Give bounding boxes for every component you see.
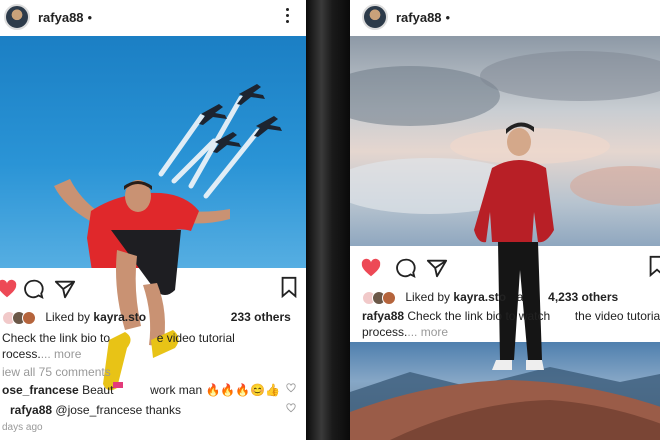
timestamp: days ago bbox=[2, 422, 43, 433]
liked-count[interactable]: 4,233 others bbox=[548, 290, 618, 304]
caption-text: Check the link bio to bbox=[407, 309, 516, 323]
comment-user[interactable]: rafya88 bbox=[10, 403, 52, 417]
liked-user[interactable]: kayra.sto bbox=[453, 290, 506, 304]
right-post-card: rafya88 • Liked by kayra.sto a 4,233 oth… bbox=[350, 0, 660, 440]
heart-icon[interactable] bbox=[360, 257, 382, 279]
liked-count[interactable]: 233 others bbox=[231, 310, 291, 324]
liked-user[interactable]: kayra.sto bbox=[93, 310, 146, 324]
comment-user[interactable]: ose_francese bbox=[2, 383, 79, 397]
bookmark-icon[interactable] bbox=[646, 255, 660, 277]
comment-2: rafya88 @jose_francese thanks bbox=[10, 403, 181, 417]
more-icon[interactable] bbox=[284, 6, 290, 26]
likes-line: Liked by kayra.sto 233 others bbox=[2, 310, 291, 325]
avatar[interactable] bbox=[362, 4, 388, 30]
liked-avatars bbox=[2, 310, 38, 325]
more-link[interactable]: ... more bbox=[41, 347, 82, 361]
caption-text-cont: e video tutorial bbox=[156, 331, 235, 345]
caption: Check the link bio to e video tutorial bbox=[2, 331, 235, 345]
send-icon[interactable] bbox=[54, 278, 76, 300]
liked-avatars bbox=[362, 290, 398, 305]
caption-text-2: watch bbox=[518, 309, 551, 323]
comment-1: ose_francese Beaut work man 🔥🔥🔥😊👍 bbox=[2, 383, 280, 397]
comment-icon[interactable] bbox=[22, 278, 44, 300]
separator-dot: • bbox=[445, 9, 451, 25]
caption-text: Check the link bio to bbox=[2, 331, 111, 345]
standing-man bbox=[474, 122, 554, 370]
post-header: rafya88 • bbox=[0, 0, 306, 34]
caption: rafya88 Check the link bio to watch the … bbox=[362, 309, 660, 323]
view-comments-link[interactable]: iew all 75 comments bbox=[2, 365, 111, 379]
liked-middle: a bbox=[516, 290, 524, 304]
left-post-card: rafya88 • Liked by kayra.sto 233 others … bbox=[0, 0, 306, 440]
likes-line: Liked by kayra.sto a 4,233 others bbox=[362, 290, 618, 305]
caption-line-2: rocess.... more bbox=[2, 347, 81, 361]
username[interactable]: rafya88 bbox=[38, 10, 84, 25]
caption-line-2: process.... more bbox=[362, 325, 448, 339]
comment-like-icon[interactable] bbox=[286, 403, 296, 413]
post-header: rafya88 • bbox=[350, 0, 660, 34]
comment-like-icon[interactable] bbox=[286, 383, 296, 393]
caption-text-line2: process. bbox=[362, 325, 408, 339]
liked-prefix: Liked by bbox=[45, 310, 91, 324]
caption-user[interactable]: rafya88 bbox=[362, 309, 404, 323]
comment-text-cont: work man 🔥🔥🔥😊👍 bbox=[150, 383, 281, 397]
more-link[interactable]: ... more bbox=[407, 325, 448, 339]
send-icon[interactable] bbox=[426, 257, 448, 279]
action-bar bbox=[350, 255, 660, 283]
separator-dot: • bbox=[87, 9, 93, 25]
liked-prefix: Liked by bbox=[405, 290, 451, 304]
comment-text: Beaut bbox=[82, 383, 114, 397]
caption-text-2: rocess. bbox=[2, 347, 41, 361]
bookmark-icon[interactable] bbox=[278, 276, 300, 298]
comment-text: @jose_francese thanks bbox=[55, 403, 181, 417]
avatar[interactable] bbox=[4, 4, 30, 30]
divider bbox=[306, 0, 350, 440]
comment-icon[interactable] bbox=[394, 257, 416, 279]
action-bar bbox=[0, 276, 306, 304]
username[interactable]: rafya88 bbox=[396, 10, 442, 25]
caption-text-3: the video tutorial bbox=[574, 309, 660, 323]
heart-icon[interactable] bbox=[0, 278, 18, 300]
